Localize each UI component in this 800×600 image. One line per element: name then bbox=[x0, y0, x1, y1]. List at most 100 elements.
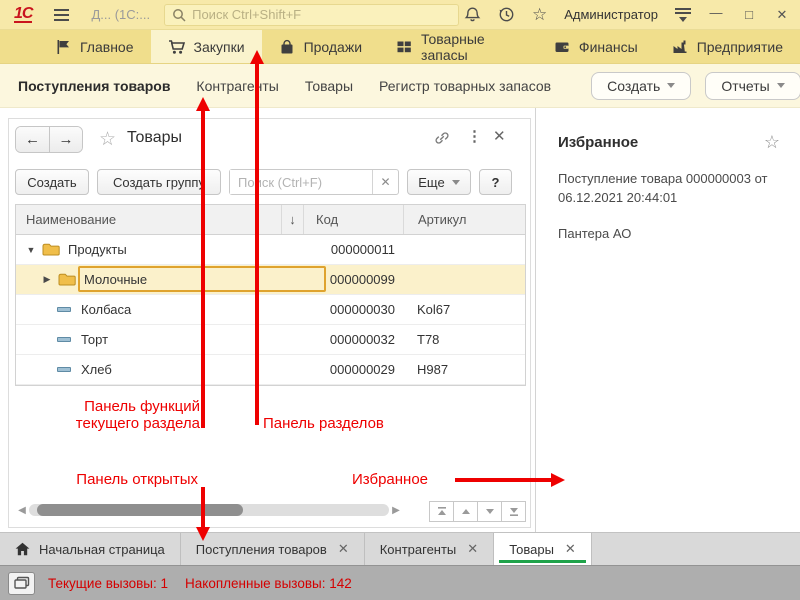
more-button[interactable]: Еще bbox=[407, 169, 471, 195]
section-tovarnye-zapasy[interactable]: Товарные запасы bbox=[379, 30, 537, 63]
section-label: Закупки bbox=[193, 38, 245, 55]
minimize-button[interactable]: — bbox=[708, 5, 724, 20]
section-label: Финансы bbox=[578, 38, 638, 55]
service-menu-icon[interactable] bbox=[675, 7, 691, 22]
boxes-icon bbox=[397, 41, 411, 52]
table-header: Наименование ↓ Код Артикул bbox=[16, 205, 525, 235]
help-button[interactable]: ? bbox=[479, 169, 512, 195]
star-icon[interactable]: ☆ bbox=[764, 132, 780, 153]
create-menu-button[interactable]: Создать bbox=[591, 71, 692, 100]
current-calls-text: Текущие вызовы: 1 bbox=[48, 575, 169, 591]
expand-icon[interactable]: ▶ bbox=[41, 274, 53, 285]
maximize-button[interactable]: □ bbox=[741, 7, 757, 22]
item-icon bbox=[57, 337, 71, 342]
row-code: 000000030 bbox=[329, 302, 395, 317]
section-prodazhi[interactable]: Продажи bbox=[262, 30, 379, 63]
function-panel: Поступления товаров Контрагенты Товары Р… bbox=[0, 64, 800, 108]
sort-descending-icon[interactable]: ↓ bbox=[281, 205, 303, 234]
table-row-selected[interactable]: ▶ Молочные 000000099 bbox=[16, 265, 525, 295]
table-row[interactable]: ▼ Продукты 000000011 bbox=[16, 235, 525, 265]
section-finansy[interactable]: Финансы bbox=[537, 30, 655, 63]
scroll-right-icon[interactable]: ▶ bbox=[389, 505, 403, 516]
row-name: Молочные bbox=[84, 272, 148, 287]
tab-home[interactable]: Начальная страница bbox=[0, 533, 181, 565]
row-name: Продукты bbox=[68, 242, 127, 257]
create-group-button[interactable]: Создать группу bbox=[97, 169, 221, 195]
global-search-input[interactable] bbox=[192, 7, 452, 22]
more-kebab-icon[interactable]: ⋮ bbox=[467, 127, 482, 145]
list-window-title: Товары bbox=[127, 129, 183, 146]
row-code: 000000029 bbox=[329, 362, 395, 377]
app-window: 1С Д... (1С:... ☆ Администратор — □ ✕ Гл… bbox=[0, 0, 800, 600]
back-button[interactable]: ← bbox=[16, 127, 49, 152]
table-row[interactable]: Хлеб 000000029 H987 bbox=[16, 355, 525, 385]
accumulated-calls-text: Накопленные вызовы: 142 bbox=[185, 575, 352, 591]
section-label: Предприятие bbox=[696, 38, 783, 55]
global-search[interactable] bbox=[164, 3, 460, 26]
table-row[interactable]: Торт 000000032 T78 bbox=[16, 325, 525, 355]
section-glavnoe[interactable]: Главное bbox=[38, 30, 151, 63]
clear-search-icon[interactable]: ✕ bbox=[372, 170, 398, 194]
section-zakupki[interactable]: Закупки bbox=[150, 30, 262, 63]
home-icon bbox=[15, 542, 30, 556]
bag-icon bbox=[281, 39, 293, 53]
tab-postupleniya[interactable]: Поступления товаров ✕ bbox=[181, 533, 365, 565]
favorites-star-icon[interactable]: ☆ bbox=[532, 6, 547, 23]
favorite-item-document[interactable]: Поступление товара 000000003 от 06.12.20… bbox=[558, 170, 780, 208]
section-label: Главное bbox=[80, 38, 134, 55]
row-name: Хлеб bbox=[81, 362, 112, 377]
tab-kontragenty[interactable]: Контрагенты ✕ bbox=[365, 533, 495, 565]
main-menu-icon[interactable] bbox=[54, 8, 70, 21]
favorite-item-counterparty[interactable]: Пантера АО bbox=[558, 225, 780, 244]
tab-label: Поступления товаров bbox=[195, 541, 327, 557]
scrollbar-track[interactable] bbox=[29, 504, 389, 516]
add-favorite-star-icon[interactable]: ☆ bbox=[99, 128, 116, 151]
notifications-bell-icon[interactable] bbox=[464, 6, 481, 23]
go-down-button[interactable] bbox=[477, 501, 502, 522]
tab-tovary[interactable]: Товары ✕ bbox=[494, 533, 592, 565]
list-window-header: ← → ☆ Товары ⋮ ✕ bbox=[9, 119, 530, 161]
table-row[interactable]: Колбаса 000000030 Kol67 bbox=[16, 295, 525, 325]
user-name[interactable]: Администратор bbox=[564, 7, 658, 22]
list-search-input[interactable] bbox=[230, 170, 372, 194]
row-name: Торт bbox=[81, 332, 109, 347]
func-link-kontragenty[interactable]: Контрагенты bbox=[196, 78, 278, 94]
get-link-icon[interactable] bbox=[434, 130, 450, 149]
history-icon[interactable] bbox=[498, 6, 515, 23]
chevron-down-icon bbox=[776, 83, 785, 88]
scrollbar-thumb[interactable] bbox=[37, 504, 243, 516]
func-link-tovary[interactable]: Товары bbox=[305, 78, 353, 94]
row-code: 000000099 bbox=[329, 272, 395, 287]
func-link-registr[interactable]: Регистр товарных запасов bbox=[379, 78, 551, 94]
close-window-button[interactable]: ✕ bbox=[774, 7, 790, 23]
tab-label: Начальная страница bbox=[39, 541, 165, 557]
go-up-button[interactable] bbox=[453, 501, 478, 522]
reports-menu-button[interactable]: Отчеты bbox=[705, 71, 800, 100]
collapse-icon[interactable]: ▼ bbox=[25, 245, 37, 255]
go-last-button[interactable] bbox=[501, 501, 526, 522]
column-name[interactable]: Наименование bbox=[16, 205, 281, 234]
horizontal-scrollbar[interactable]: ◀ ▶ bbox=[15, 501, 403, 519]
go-first-button[interactable] bbox=[429, 501, 454, 522]
close-tab-icon[interactable]: ✕ bbox=[467, 541, 478, 557]
scroll-left-icon[interactable]: ◀ bbox=[15, 505, 29, 516]
row-article: T78 bbox=[417, 332, 440, 347]
column-article[interactable]: Артикул bbox=[403, 205, 525, 234]
window-title: Д... (1С:... bbox=[91, 7, 151, 22]
close-list-icon[interactable]: ✕ bbox=[493, 127, 506, 145]
section-predpriyatie[interactable]: Предприятие bbox=[655, 30, 800, 63]
titlebar-actions: ☆ Администратор — □ ✕ bbox=[464, 5, 790, 23]
create-button[interactable]: Создать bbox=[15, 169, 89, 195]
row-article: H987 bbox=[417, 362, 449, 377]
performance-indicator-button[interactable] bbox=[8, 571, 35, 595]
cart-icon bbox=[168, 39, 185, 54]
list-search[interactable]: ✕ bbox=[229, 169, 399, 195]
create-menu-label: Создать bbox=[607, 77, 661, 94]
close-tab-icon[interactable]: ✕ bbox=[338, 541, 349, 557]
func-link-postupleniya[interactable]: Поступления товаров bbox=[18, 78, 170, 94]
forward-button[interactable]: → bbox=[49, 127, 82, 152]
close-tab-icon[interactable]: ✕ bbox=[565, 541, 576, 557]
column-code[interactable]: Код bbox=[303, 205, 403, 234]
factory-icon bbox=[673, 40, 687, 53]
status-bar: Текущие вызовы: 1 Накопленные вызовы: 14… bbox=[0, 565, 800, 600]
